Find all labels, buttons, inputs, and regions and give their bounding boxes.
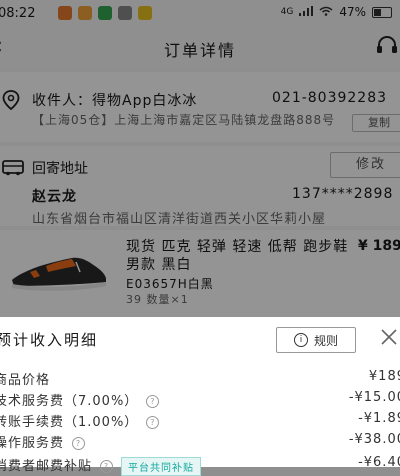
fee-row-product-price: 商品价格 ¥189 xyxy=(0,369,400,389)
fee-label: 转账手续费（1.00%） xyxy=(0,415,139,430)
fee-row-tech-service: 技术服务费（7.00%）? -¥15.00 xyxy=(0,390,400,410)
fee-value: -¥1.89 xyxy=(358,411,400,426)
rules-label: 规则 xyxy=(313,333,338,348)
rules-button[interactable]: i 规则 xyxy=(276,327,356,353)
fee-row-transfer: 转账手续费（1.00%）? -¥1.89 xyxy=(0,411,400,431)
fee-label: 商品价格 xyxy=(0,373,51,388)
fee-label-wrap: 消费者邮费补贴? 平台共同补贴 xyxy=(0,455,202,476)
fee-value: -¥15.00 xyxy=(348,390,400,405)
sheet-title: 预计收入明细 xyxy=(0,331,99,349)
help-icon[interactable]: ? xyxy=(146,395,160,408)
fee-label-wrap: 技术服务费（7.00%）? xyxy=(0,390,160,409)
fee-value: -¥38.00 xyxy=(348,432,400,447)
order-detail-page: 08:22 4G 47% ‹ 订单详情 xyxy=(0,0,400,476)
income-detail-sheet: 预计收入明细 i 规则 商品价格 ¥189 技术服务费（7.00%）? -¥15… xyxy=(0,317,400,476)
close-icon[interactable] xyxy=(380,327,400,349)
fee-label: 操作服务费 xyxy=(0,436,65,451)
fee-value: ¥189 xyxy=(368,369,400,384)
fee-label-wrap: 转账手续费（1.00%）? xyxy=(0,411,160,430)
fee-label: 技术服务费（7.00%） xyxy=(0,394,139,409)
info-icon: i xyxy=(293,333,308,347)
fee-label-wrap: 操作服务费? xyxy=(0,432,86,451)
fee-value: -¥6.40 xyxy=(358,455,400,470)
help-icon[interactable]: ? xyxy=(146,416,160,429)
fee-row-operation: 操作服务费? -¥38.00 xyxy=(0,432,400,452)
help-icon[interactable]: ? xyxy=(72,437,86,450)
fee-row-shipping-subsidy: 消费者邮费补贴?平台共同补贴 -¥6.40 xyxy=(0,455,400,476)
